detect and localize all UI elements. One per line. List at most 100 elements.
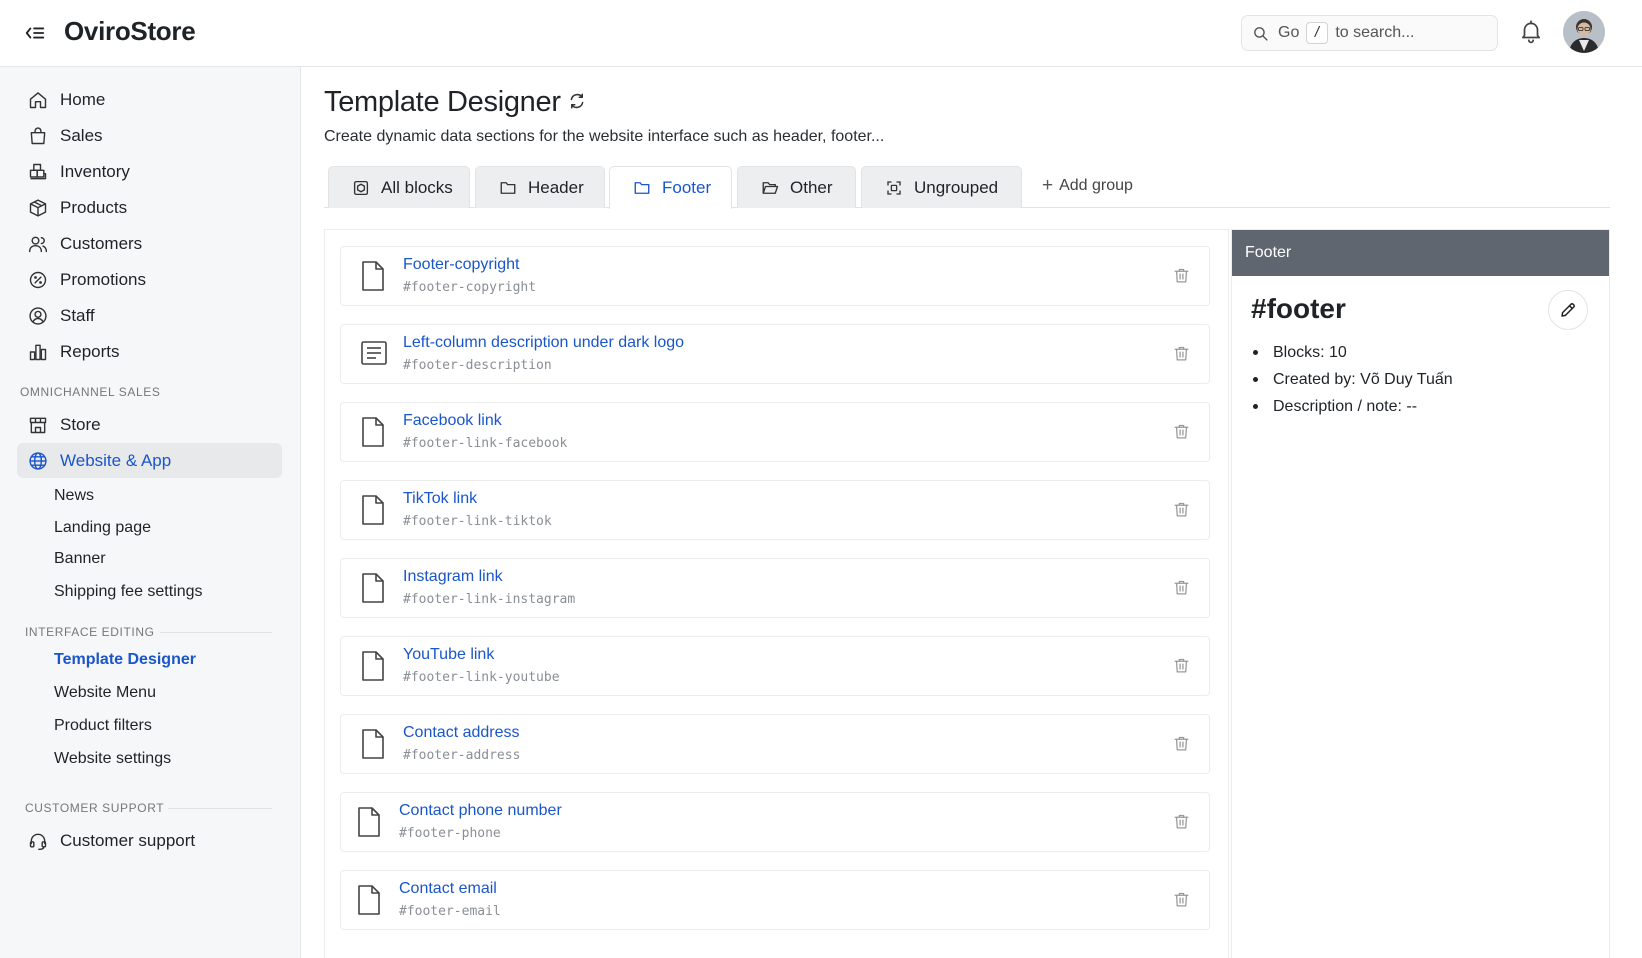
- block-name-link[interactable]: Contact phone number: [399, 802, 562, 820]
- collapse-sidebar-icon[interactable]: [22, 20, 48, 46]
- detail-header: Footer: [1232, 230, 1609, 276]
- users-icon: [27, 233, 49, 255]
- block-name-link[interactable]: TikTok link: [403, 490, 477, 508]
- block-name-link[interactable]: Footer-copyright: [403, 256, 520, 274]
- tab-label: Other: [790, 177, 833, 197]
- block-row[interactable]: Contact phone number #footer-phone: [340, 792, 1210, 852]
- search-input[interactable]: Go / to search...: [1241, 15, 1498, 51]
- detail-created-by: Created by: Võ Duy Tuấn: [1251, 366, 1453, 393]
- avatar[interactable]: [1563, 11, 1605, 53]
- trash-icon[interactable]: [1173, 891, 1191, 909]
- sidebar-item-home[interactable]: Home: [17, 82, 282, 117]
- tab-header[interactable]: Header: [475, 166, 605, 208]
- file-icon: [356, 806, 382, 838]
- block-slug: #footer-copyright: [403, 280, 537, 295]
- sidebar-item-customers[interactable]: Customers: [17, 226, 282, 261]
- sidebar-item-store[interactable]: Store: [17, 407, 282, 442]
- sidebar-subitem-news[interactable]: News: [54, 484, 94, 508]
- block-slug: #footer-description: [403, 358, 552, 373]
- trash-icon[interactable]: [1173, 423, 1191, 441]
- file-text-icon: [360, 338, 387, 370]
- sidebar-item-promotions[interactable]: Promotions: [17, 262, 282, 297]
- page-description: Create dynamic data sections for the web…: [324, 128, 885, 145]
- block-row[interactable]: Contact address #footer-address: [340, 714, 1210, 774]
- sidebar-item-reports[interactable]: Reports: [17, 334, 282, 369]
- sidebar-subitem-website-menu[interactable]: Website Menu: [54, 681, 156, 705]
- block-slug: #footer-link-youtube: [403, 670, 560, 685]
- folder-icon: [498, 178, 518, 198]
- tab-other[interactable]: Other: [737, 166, 856, 208]
- block-slug: #footer-link-instagram: [403, 592, 576, 607]
- file-icon: [360, 494, 386, 526]
- add-group-label: Add group: [1059, 177, 1133, 194]
- tab-label: Ungrouped: [914, 177, 999, 197]
- tab-all-blocks[interactable]: All blocks: [328, 166, 470, 208]
- block-name-link[interactable]: Facebook link: [403, 412, 502, 430]
- sidebar-subitem-website-settings[interactable]: Website settings: [54, 747, 171, 771]
- sidebar-item-label: Staff: [60, 305, 95, 325]
- refresh-icon[interactable]: [568, 92, 588, 112]
- file-icon: [360, 260, 386, 292]
- sidebar-item-label: Home: [60, 89, 106, 109]
- home-icon: [27, 89, 49, 111]
- trash-icon[interactable]: [1173, 501, 1191, 519]
- sidebar-item-inventory[interactable]: Inventory: [17, 154, 282, 189]
- bell-icon[interactable]: [1518, 18, 1546, 46]
- section-divider: [160, 632, 272, 633]
- block-name-link[interactable]: YouTube link: [403, 646, 494, 664]
- sidebar-item-customer-support[interactable]: Customer support: [17, 823, 282, 858]
- file-icon: [360, 416, 386, 448]
- block-row[interactable]: Facebook link #footer-link-facebook: [340, 402, 1210, 462]
- sidebar-item-sales[interactable]: Sales: [17, 118, 282, 153]
- detail-description: Description / note: --: [1251, 393, 1453, 420]
- block-row[interactable]: TikTok link #footer-link-tiktok: [340, 480, 1210, 540]
- trash-icon[interactable]: [1173, 657, 1191, 675]
- sidebar-subitem-template-designer[interactable]: Template Designer: [54, 648, 196, 672]
- group-detail-panel: Footer #footer Blocks: 10 Created by: Võ…: [1231, 229, 1610, 958]
- block-slug: #footer-link-facebook: [403, 436, 568, 451]
- block-name-link[interactable]: Contact address: [403, 724, 520, 742]
- tab-ungrouped[interactable]: Ungrouped: [861, 166, 1022, 208]
- user-circle-icon: [27, 305, 49, 327]
- trash-icon[interactable]: [1173, 345, 1191, 363]
- brand-logo[interactable]: OviroStore: [64, 16, 196, 47]
- block-name-link[interactable]: Instagram link: [403, 568, 503, 586]
- trash-icon[interactable]: [1173, 267, 1191, 285]
- tab-label: Header: [528, 177, 584, 197]
- block-slug: #footer-link-tiktok: [403, 514, 552, 529]
- trash-icon[interactable]: [1173, 813, 1191, 831]
- block-row[interactable]: Instagram link #footer-link-instagram: [340, 558, 1210, 618]
- section-divider: [168, 808, 272, 809]
- block-name-link[interactable]: Left-column description under dark logo: [403, 334, 684, 352]
- trash-icon[interactable]: [1173, 579, 1191, 597]
- blocks-list-panel: Footer-copyright #footer-copyright Left-…: [324, 229, 1229, 958]
- block-row[interactable]: Contact email #footer-email: [340, 870, 1210, 930]
- sidebar-item-label: Reports: [60, 341, 120, 361]
- edit-button[interactable]: [1548, 290, 1588, 330]
- block-name-link[interactable]: Contact email: [399, 880, 497, 898]
- block-row[interactable]: YouTube link #footer-link-youtube: [340, 636, 1210, 696]
- store-icon: [27, 414, 49, 436]
- sidebar-item-staff[interactable]: Staff: [17, 298, 282, 333]
- section-label-interface-editing: INTERFACE EDITING: [25, 625, 155, 639]
- sidebar-item-website-app[interactable]: Website & App: [17, 443, 282, 478]
- block-slug: #footer-address: [403, 748, 521, 763]
- file-icon: [360, 572, 386, 604]
- tab-footer[interactable]: Footer: [609, 166, 732, 209]
- section-label-omnichannel: OMNICHANNEL SALES: [20, 385, 161, 399]
- section-label-customer-support: CUSTOMER SUPPORT: [25, 801, 165, 815]
- sidebar-subitem-product-filters[interactable]: Product filters: [54, 714, 152, 738]
- sidebar-item-products[interactable]: Products: [17, 190, 282, 225]
- block-row[interactable]: Footer-copyright #footer-copyright: [340, 246, 1210, 306]
- search-shortcut-key: /: [1306, 22, 1329, 44]
- sidebar-item-label: Promotions: [60, 269, 146, 289]
- sidebar-subitem-shipping-fee-settings[interactable]: Shipping fee settings: [54, 580, 203, 604]
- file-icon: [356, 884, 382, 916]
- sidebar-subitem-landing-page[interactable]: Landing page: [54, 516, 151, 540]
- trash-icon[interactable]: [1173, 735, 1191, 753]
- block-row[interactable]: Left-column description under dark logo …: [340, 324, 1210, 384]
- sidebar-subitem-banner[interactable]: Banner: [54, 547, 106, 571]
- sidebar-item-label: Store: [60, 414, 101, 434]
- blocks-icon: [351, 178, 371, 198]
- add-group-button[interactable]: + Add group: [1042, 175, 1133, 197]
